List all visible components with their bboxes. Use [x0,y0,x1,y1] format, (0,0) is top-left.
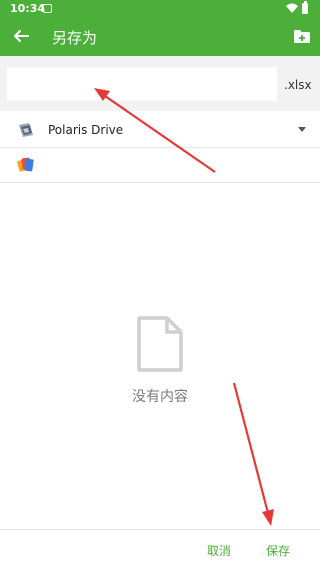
battery-icon [302,1,308,14]
wifi-icon [286,3,298,13]
filename-bar: .xlsx [0,56,320,111]
status-bar: 10:34 [0,0,320,18]
location-polaris-drive[interactable]: Polaris Drive [0,112,320,148]
empty-state-text: 没有内容 [132,389,188,405]
polaris-drive-icon [19,123,33,137]
bottom-action-bar: 取消 保存 [0,529,320,570]
back-arrow-icon[interactable] [12,27,30,45]
location-label: Polaris Drive [48,123,124,137]
new-folder-icon[interactable] [294,29,310,43]
filename-input[interactable] [7,67,277,101]
status-time: 10:34 [10,2,46,15]
empty-document-icon [137,316,183,372]
polaris-office-icon [17,157,34,172]
file-extension: .xlsx [284,78,312,92]
location-polaris-office[interactable] [0,147,320,183]
cancel-button[interactable]: 取消 [207,542,231,559]
page-title: 另存为 [52,29,98,47]
save-button[interactable]: 保存 [266,542,290,559]
app-bar: 另存为 [0,18,320,56]
notification-icon [43,4,52,13]
chevron-down-icon[interactable] [298,127,306,132]
